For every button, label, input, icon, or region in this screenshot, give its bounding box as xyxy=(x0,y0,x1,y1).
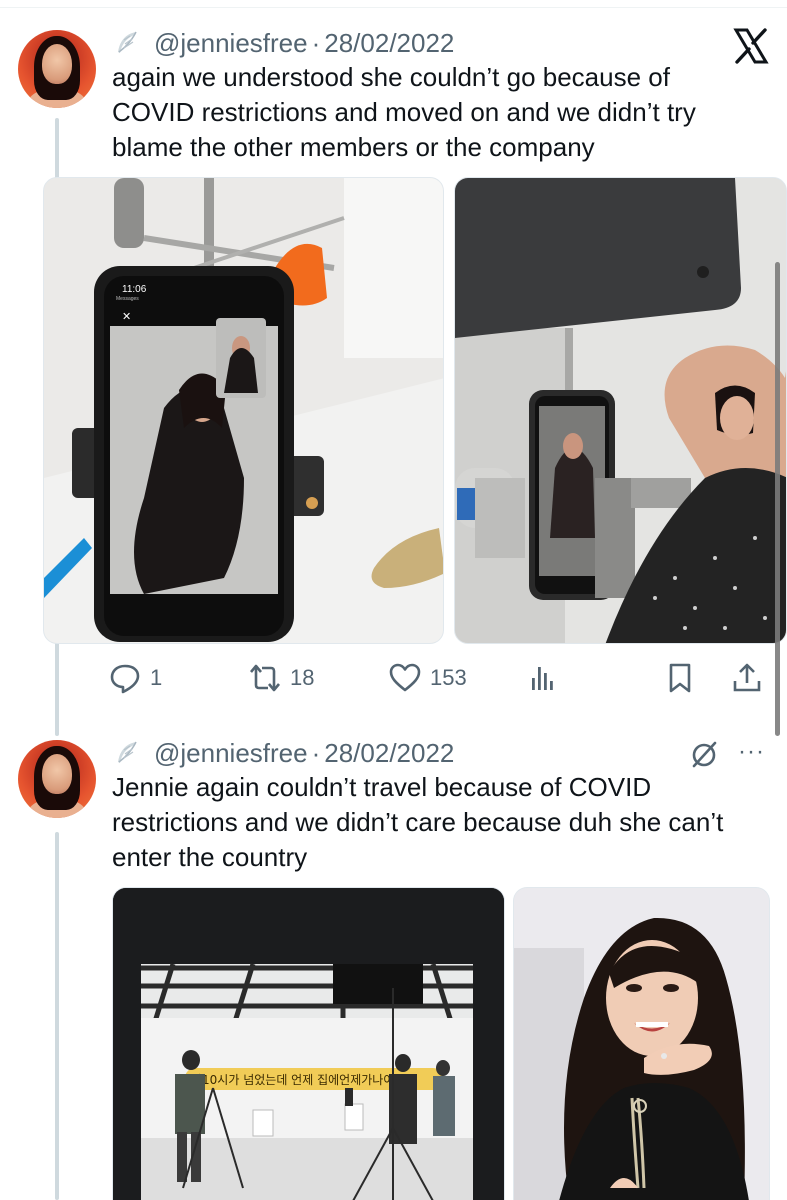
tweet-date[interactable]: 28/02/2022 xyxy=(324,738,454,769)
retweet-button[interactable]: 18 xyxy=(248,656,314,700)
tweet-date[interactable]: 28/02/2022 xyxy=(324,28,454,59)
reply-icon xyxy=(110,664,140,694)
share-button[interactable] xyxy=(730,656,764,700)
tweet-header: @jenniesfree · 28/02/2022 xyxy=(112,26,454,60)
tweet-image[interactable]: 11:06 Messages ✕ xyxy=(43,177,444,644)
avatar[interactable] xyxy=(18,30,96,108)
tweet-text: Jennie again couldn’t travel because of … xyxy=(112,772,724,872)
user-handle[interactable]: @jenniesfree xyxy=(154,28,308,59)
retweet-icon xyxy=(250,664,280,692)
studio-video-screenshot: 밤10시가 넘었는데 언제 집에언제가나여 xyxy=(113,888,504,1200)
tweet-text: again we understood she couldn’t go beca… xyxy=(112,62,696,162)
like-button[interactable]: 153 xyxy=(388,656,467,700)
bookmark-icon xyxy=(669,663,691,693)
retweet-count: 18 xyxy=(290,665,315,690)
tweet-image[interactable] xyxy=(454,177,787,644)
bookmark-button[interactable] xyxy=(663,656,697,700)
top-divider xyxy=(0,0,787,8)
reply-button[interactable]: 1 xyxy=(108,656,162,700)
separator-dot: · xyxy=(311,27,321,58)
feather-icon xyxy=(112,738,142,768)
like-count: 153 xyxy=(430,665,467,690)
portrait-photo xyxy=(514,888,769,1200)
tweet-actions: 1 18 153 xyxy=(108,656,768,700)
photo-shoot-photo xyxy=(455,178,786,643)
phone-label: Messages xyxy=(116,296,139,302)
tweet-image[interactable] xyxy=(513,887,770,1200)
feather-icon xyxy=(112,28,142,58)
tweet-image[interactable]: 밤10시가 넘었는데 언제 집에언제가나여 xyxy=(112,887,505,1200)
more-options-button[interactable]: ··· xyxy=(738,738,765,766)
phone-on-tripod-photo: 11:06 Messages ✕ xyxy=(44,178,443,643)
phone-time: 11:06 xyxy=(122,284,147,295)
svg-text:✕: ✕ xyxy=(122,310,131,323)
user-handle[interactable]: @jenniesfree xyxy=(154,738,308,769)
reply-count: 1 xyxy=(150,665,163,690)
thread-line xyxy=(55,832,59,1200)
caption-overlay: 밤10시가 넘었는데 언제 집에언제가나여 xyxy=(191,1073,394,1087)
scrollbar[interactable] xyxy=(775,262,780,736)
views-button[interactable] xyxy=(526,656,560,700)
views-chart-icon xyxy=(532,667,553,690)
tweet-header: @jenniesfree · 28/02/2022 xyxy=(112,736,454,770)
grok-icon[interactable] xyxy=(688,738,720,770)
share-icon xyxy=(733,663,761,692)
avatar[interactable] xyxy=(18,740,96,818)
separator-dot: · xyxy=(311,737,321,768)
heart-icon xyxy=(389,663,421,692)
